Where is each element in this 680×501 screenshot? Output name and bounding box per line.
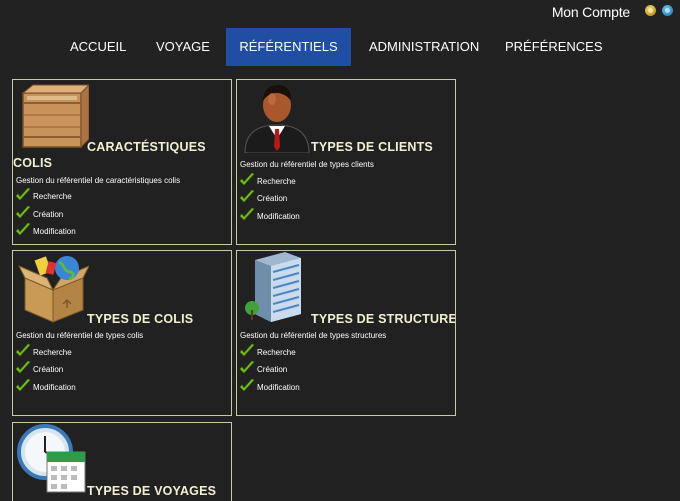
crate-icon — [21, 84, 89, 149]
card-title: CARACTÉSTIQUES — [87, 140, 206, 154]
nav-referentiels[interactable]: RÉFÉRENTIELS — [226, 28, 351, 66]
top-bar: Mon Compte — [0, 0, 680, 24]
nav-preferences[interactable]: PRÉFÉRENCES — [505, 28, 603, 66]
card-description: Gestion du référentiel de caractéristiqu… — [16, 176, 181, 185]
clock-calendar-icon — [17, 424, 86, 493]
check-icon — [15, 379, 31, 393]
option-label: Création — [33, 210, 64, 219]
building-icon — [245, 252, 301, 322]
check-icon — [239, 208, 255, 222]
option-label: Recherche — [33, 348, 72, 357]
nav-voyage[interactable]: VOYAGE — [156, 28, 210, 66]
check-icon — [15, 361, 31, 375]
card-title: TYPES DE COLIS — [87, 312, 194, 326]
option-label: Création — [257, 365, 288, 374]
card-caracteristiques-colis[interactable]: CARACTÉSTIQUES COLIS Gestion du référent… — [12, 79, 232, 245]
check-icon — [239, 344, 255, 358]
card-types-voyages[interactable]: TYPES DE VOYAGES — [12, 422, 232, 501]
card-types-clients[interactable]: TYPES DE CLIENTS Gestion du référentiel … — [236, 79, 456, 245]
card-title: TYPES DE STRUCTURES — [311, 312, 456, 326]
option-label: Modification — [257, 383, 300, 392]
option-label: Recherche — [257, 177, 296, 186]
option-label: Recherche — [257, 348, 296, 357]
package-box-icon — [17, 256, 89, 323]
option-label: Modification — [257, 212, 300, 221]
option-label: Création — [33, 365, 64, 374]
nav-accueil[interactable]: ACCUEIL — [70, 28, 126, 66]
check-icon — [15, 206, 31, 220]
option-label: Modification — [33, 383, 76, 392]
check-icon — [239, 190, 255, 204]
check-icon — [15, 223, 31, 237]
businessman-icon — [244, 85, 310, 153]
card-description: Gestion du référentiel de types colis — [16, 331, 144, 340]
option-label: Recherche — [33, 192, 72, 201]
option-label: Modification — [33, 227, 76, 236]
card-title: TYPES DE VOYAGES — [87, 484, 217, 498]
main-nav: ACCUEIL VOYAGE RÉFÉRENTIELS ADMINISTRATI… — [0, 28, 680, 66]
account-link[interactable]: Mon Compte — [552, 4, 630, 20]
check-icon — [15, 188, 31, 202]
card-title-line2: COLIS — [13, 156, 53, 170]
card-types-structures[interactable]: TYPES DE STRUCTURES Gestion du référenti… — [236, 250, 456, 416]
user-icon[interactable] — [645, 5, 656, 16]
option-label: Création — [257, 194, 288, 203]
card-description: Gestion du référentiel de types clients — [240, 160, 374, 169]
check-icon — [239, 173, 255, 187]
card-types-colis[interactable]: TYPES DE COLIS Gestion du référentiel de… — [12, 250, 232, 416]
check-icon — [15, 344, 31, 358]
info-icon[interactable] — [662, 5, 673, 16]
nav-administration[interactable]: ADMINISTRATION — [369, 28, 479, 66]
card-title: TYPES DE CLIENTS — [311, 140, 433, 154]
card-description: Gestion du référentiel de types structur… — [240, 331, 387, 340]
check-icon — [239, 361, 255, 375]
check-icon — [239, 379, 255, 393]
